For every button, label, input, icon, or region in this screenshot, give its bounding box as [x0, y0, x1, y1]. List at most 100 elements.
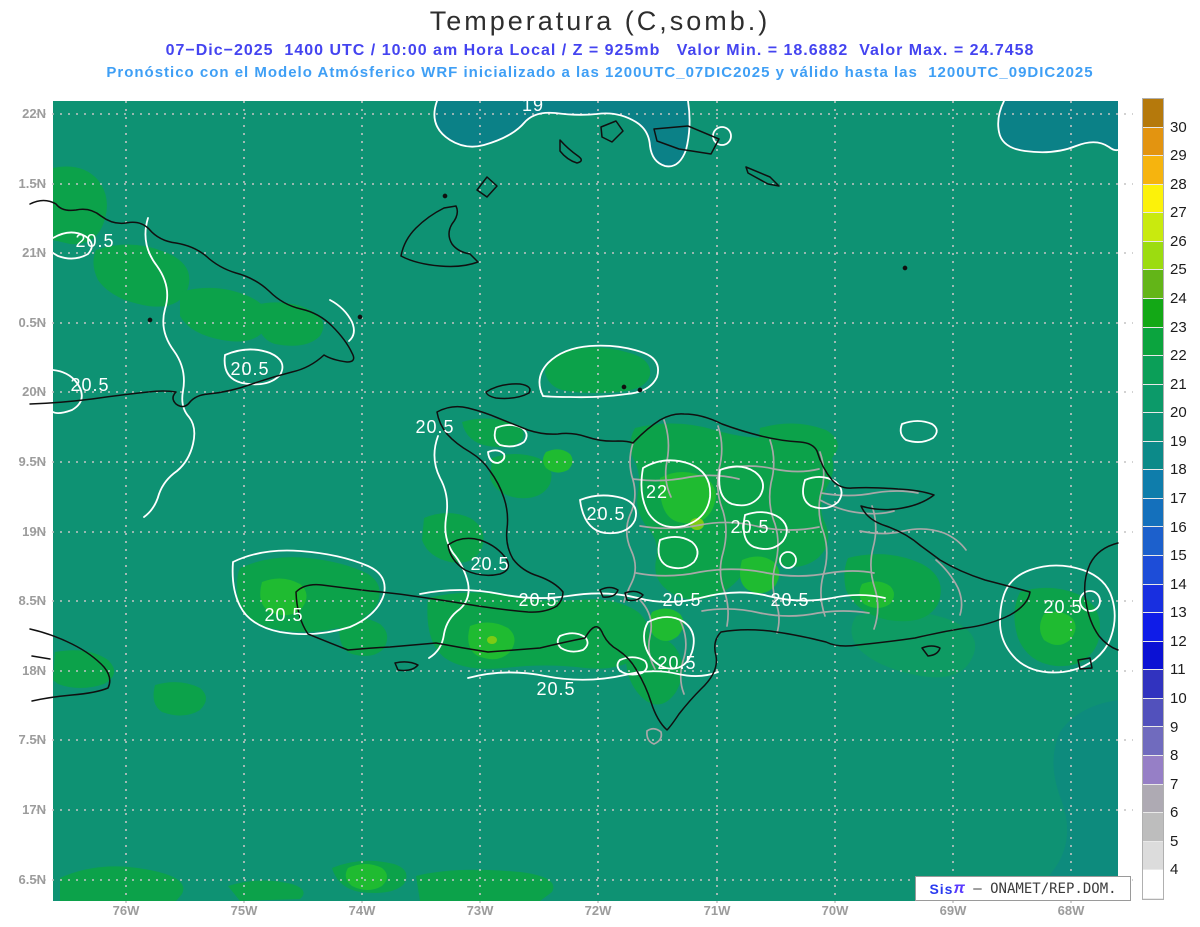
colorbar-segment	[1143, 498, 1163, 528]
colorbar-segment	[1143, 356, 1163, 385]
colorbar-segment	[1143, 470, 1163, 499]
weather-map-figure: Temperatura (C,somb.) 07−Dic−2025 1400 U…	[0, 0, 1200, 927]
colorbar	[1142, 98, 1164, 900]
colorbar-tick-label: 4	[1170, 861, 1179, 879]
colorbar-tick-label: 17	[1170, 490, 1187, 507]
colorbar-tick-label: 22	[1170, 347, 1187, 365]
contour-label: 20.5	[264, 605, 303, 625]
lat-tick-label: 17N	[22, 802, 46, 817]
credit-text: – ONAMET/REP.DOM.	[964, 880, 1117, 897]
pi-icon: π	[953, 879, 965, 897]
colorbar-tick-label: 26	[1170, 232, 1187, 250]
lat-tick-label: 0.5N	[18, 315, 46, 330]
lon-tick-label: 68W	[1057, 903, 1085, 918]
colorbar-tick-label: 23	[1170, 318, 1187, 336]
colorbar-segment	[1143, 270, 1163, 299]
colorbar-tick-label: 27	[1170, 204, 1187, 222]
lon-tick-label: 71W	[703, 903, 731, 918]
contour-label: 20.5	[770, 590, 809, 610]
cay-dot	[621, 384, 627, 390]
colorbar-segment	[1143, 670, 1163, 699]
colorbar-tick-label: 7	[1170, 775, 1179, 793]
colorbar-segment	[1143, 784, 1163, 814]
colorbar-segment	[1143, 413, 1163, 442]
colorbar-segment	[1143, 727, 1163, 756]
colorbar-segment	[1143, 327, 1163, 357]
lon-tick-label: 72W	[584, 903, 612, 918]
contour-label: 20.5	[70, 375, 109, 395]
lat-tick-label: 18N	[22, 663, 46, 678]
lon-tick-label: 69W	[939, 903, 967, 918]
contour-label: 19	[522, 95, 544, 115]
colorbar-segment	[1143, 298, 1163, 328]
contour-label: 20.5	[536, 679, 575, 699]
colorbar-segment	[1143, 241, 1163, 271]
contour-label: 20.5	[657, 653, 696, 673]
colorbar-tick-label: 18	[1170, 461, 1187, 479]
lat-tick-label: 21N	[22, 245, 46, 260]
colorbar-tick-label: 30	[1170, 118, 1187, 136]
sispi-logo-text: Sis	[929, 880, 954, 897]
colorbar-segment	[1143, 613, 1163, 642]
colorbar-segment	[1143, 641, 1163, 671]
colorbar-segment	[1143, 527, 1163, 556]
colorbar-segment	[1143, 99, 1163, 128]
colorbar-tick-label: 6	[1170, 804, 1179, 822]
colorbar-tick-label: 24	[1170, 290, 1187, 307]
colorbar-segment	[1143, 841, 1163, 871]
colorbar-segment	[1143, 384, 1163, 414]
contour-label: 20.5	[230, 359, 269, 379]
temperature-fill-layer	[53, 101, 1118, 901]
colorbar-segment	[1143, 127, 1163, 157]
contour-label: 20.5	[470, 554, 509, 574]
sea-fill	[53, 101, 1118, 901]
cay-dot	[637, 387, 643, 393]
colorbar-tick-label: 21	[1170, 375, 1187, 393]
colorbar-segment	[1143, 156, 1163, 185]
cay-dot	[902, 265, 908, 271]
colorbar-tick-label: 9	[1170, 718, 1179, 736]
colorbar-segment	[1143, 556, 1163, 585]
lat-tick-label: 20N	[22, 384, 46, 399]
colorbar-segment	[1143, 584, 1163, 614]
lon-tick-label: 70W	[821, 903, 849, 918]
colorbar-tick-label: 20	[1170, 404, 1187, 422]
lat-tick-label: 6.5N	[18, 872, 46, 887]
cay-dot	[147, 317, 153, 323]
colorbar-tick-label: 29	[1170, 147, 1187, 165]
map-canvas: 19 20.5 20.5 20.5 20.5 22 20.5 20.5 20.5 20.5 20.5…	[29, 95, 1133, 906]
colorbar-tick-label: 5	[1170, 832, 1179, 850]
lat-tick-label: 9.5N	[18, 454, 46, 469]
colorbar-segment	[1143, 441, 1163, 471]
colorbar-tick-label: 15	[1170, 547, 1187, 565]
contour-label: 20.5	[1043, 597, 1082, 617]
lon-tick-label: 75W	[230, 903, 258, 918]
lon-tick-label: 76W	[112, 903, 140, 918]
colorbar-segment	[1143, 813, 1163, 842]
contour-label: 20.5	[662, 590, 701, 610]
colorbar-tick-label: 28	[1170, 175, 1187, 193]
contour-label: 20.5	[415, 417, 454, 437]
colorbar-tick-label: 19	[1170, 432, 1187, 450]
lat-tick-label: 7.5N	[18, 732, 46, 747]
contour-label: 20.5	[518, 590, 557, 610]
colorbar-tick-label: 8	[1170, 747, 1179, 765]
contour-label: 20.5	[730, 517, 769, 537]
lat-tick-label: 19N	[22, 524, 46, 539]
colorbar-tick-label: 10	[1170, 690, 1187, 707]
lat-tick-label: 8.5N	[18, 593, 46, 608]
colorbar-segment	[1143, 184, 1163, 214]
colorbar-tick-label: 13	[1170, 604, 1187, 622]
lon-tick-label: 73W	[466, 903, 494, 918]
colorbar-segment	[1143, 755, 1163, 785]
lat-tick-label: 22N	[22, 106, 46, 121]
colorbar-segment	[1143, 213, 1163, 242]
contour-label: 22	[646, 482, 668, 502]
colorbar-tick-label: 11	[1170, 661, 1186, 679]
cay-dot	[357, 314, 363, 320]
colorbar-tick-label: 14	[1170, 575, 1187, 593]
lon-tick-label: 74W	[348, 903, 376, 918]
contour-label: 20.5	[586, 504, 625, 524]
contour-label: 20.5	[75, 231, 114, 251]
colorbar-segment	[1143, 698, 1163, 728]
